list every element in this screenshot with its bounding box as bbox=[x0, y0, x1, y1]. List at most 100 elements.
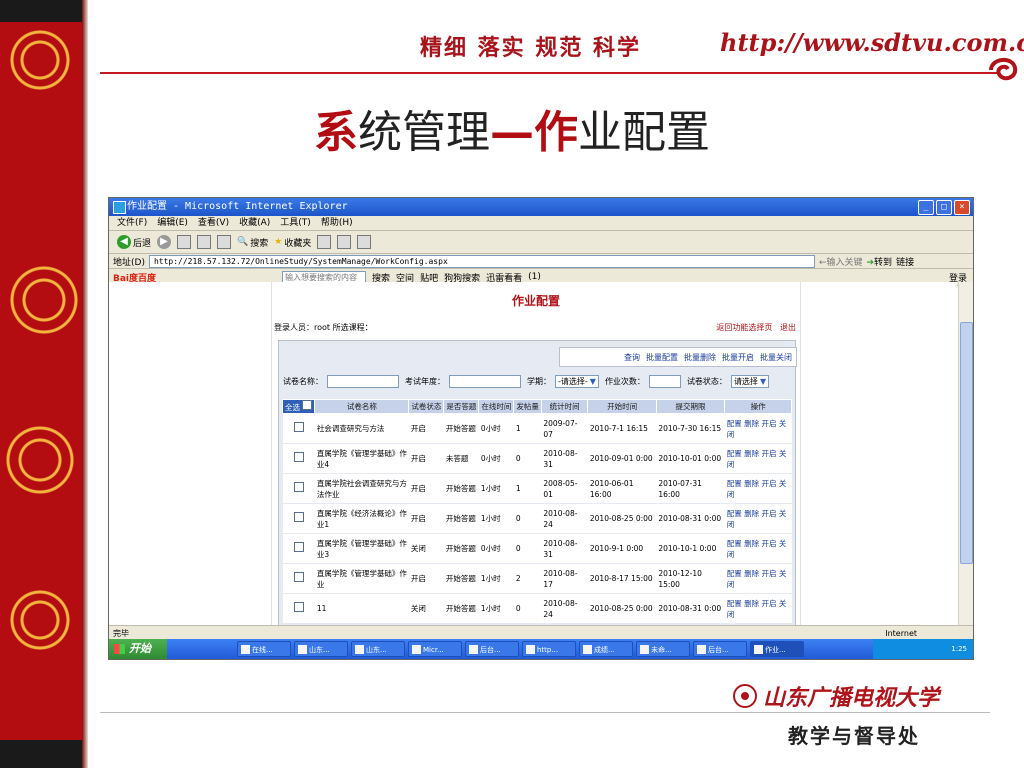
batch-open-button[interactable]: 批量开启 bbox=[722, 352, 754, 363]
row-select-cell bbox=[282, 533, 315, 564]
operations-cell: 配置 删除 开启 关闭 bbox=[724, 593, 792, 624]
taskbar-item[interactable]: 后台... bbox=[693, 641, 747, 657]
paper-name-cell: 直属学院《管理学基础》作业3 bbox=[314, 533, 409, 564]
select-all-checkbox[interactable] bbox=[302, 400, 313, 410]
row-select-cell bbox=[282, 593, 315, 624]
paper-name-label: 试卷名称： bbox=[283, 376, 323, 386]
row-checkbox[interactable] bbox=[293, 422, 304, 432]
batch-close-button[interactable]: 批量关闭 bbox=[760, 352, 792, 363]
department-name: 教学与督导处 bbox=[788, 724, 920, 748]
delete-link[interactable]: 删除 bbox=[744, 479, 759, 488]
status-select[interactable]: 请选择 ▼ bbox=[730, 374, 770, 388]
back-arrow-icon: ◀ bbox=[117, 235, 131, 249]
config-link[interactable]: 配置 bbox=[727, 509, 742, 518]
header-url: http://www.sdtvu.com.cn bbox=[720, 28, 1024, 57]
start-time-cell: 2010-06-01 16:00 bbox=[587, 473, 657, 504]
history-icon[interactable] bbox=[317, 235, 332, 249]
taskbar-item[interactable]: 成绩... bbox=[579, 641, 633, 657]
go-button[interactable]: ➔转到 bbox=[867, 255, 893, 268]
open-link[interactable]: 开启 bbox=[762, 539, 777, 548]
maximize-button[interactable]: □ bbox=[936, 200, 952, 215]
ie-logo-icon bbox=[113, 201, 126, 214]
search-button[interactable]: 🔍 搜索 bbox=[237, 236, 268, 249]
col-online-time: 在线时间 bbox=[478, 399, 515, 414]
open-link[interactable]: 开启 bbox=[762, 509, 777, 518]
select-all-header[interactable]: 全选 bbox=[281, 399, 316, 414]
work-times-input[interactable] bbox=[648, 374, 681, 388]
stop-icon[interactable] bbox=[177, 235, 192, 249]
config-link[interactable]: 配置 bbox=[727, 479, 742, 488]
menu-tools[interactable]: 工具(T) bbox=[280, 216, 311, 230]
row-checkbox[interactable] bbox=[293, 542, 304, 552]
taskbar-item[interactable]: 山东... bbox=[351, 641, 405, 657]
open-link[interactable]: 开启 bbox=[762, 419, 777, 428]
open-link[interactable]: 开启 bbox=[762, 479, 777, 488]
menu-edit[interactable]: 编辑(E) bbox=[157, 216, 188, 230]
col-posts: 发帖量 bbox=[513, 399, 542, 414]
row-checkbox[interactable] bbox=[293, 572, 304, 582]
favorites-button[interactable]: ★ 收藏夹 bbox=[274, 236, 311, 249]
footer-divider bbox=[100, 712, 990, 713]
open-link[interactable]: 开启 bbox=[762, 599, 777, 608]
batch-config-button[interactable]: 批量配置 bbox=[646, 352, 678, 363]
row-checkbox[interactable] bbox=[293, 482, 304, 492]
menu-favorites[interactable]: 收藏(A) bbox=[239, 216, 270, 230]
dropdown-arrow-icon: ▼ bbox=[589, 376, 596, 386]
paper-name-input[interactable] bbox=[327, 374, 399, 388]
print-icon[interactable] bbox=[357, 235, 372, 249]
taskbar-item[interactable]: 后台... bbox=[465, 641, 519, 657]
delete-link[interactable]: 删除 bbox=[744, 509, 759, 518]
exit-link[interactable]: 退出 bbox=[780, 323, 796, 332]
delete-link[interactable]: 删除 bbox=[744, 419, 759, 428]
home-icon[interactable] bbox=[217, 235, 232, 249]
user-count[interactable]: (1) bbox=[528, 272, 541, 282]
delete-link[interactable]: 删除 bbox=[744, 449, 759, 458]
mail-icon[interactable] bbox=[337, 235, 352, 249]
delete-link[interactable]: 删除 bbox=[744, 599, 759, 608]
return-link[interactable]: 返回功能选择页 bbox=[716, 323, 772, 332]
header-slogan: 精细 落实 规范 科学 bbox=[420, 35, 641, 61]
taskbar-item[interactable]: 山东... bbox=[294, 641, 348, 657]
delete-link[interactable]: 删除 bbox=[744, 539, 759, 548]
open-link[interactable]: 开启 bbox=[762, 569, 777, 578]
menu-file[interactable]: 文件(F) bbox=[117, 216, 147, 230]
links-button[interactable]: 链接 bbox=[896, 255, 914, 268]
taskbar-item[interactable]: http... bbox=[522, 641, 576, 657]
taskbar-item[interactable]: 作业... bbox=[750, 641, 804, 657]
row-checkbox[interactable] bbox=[293, 602, 304, 612]
config-link[interactable]: 配置 bbox=[727, 569, 742, 578]
delete-link[interactable]: 删除 bbox=[744, 569, 759, 578]
minimize-button[interactable]: _ bbox=[918, 200, 934, 215]
taskbar-item[interactable]: 在线... bbox=[237, 641, 291, 657]
row-checkbox[interactable] bbox=[293, 512, 304, 522]
taskbar-item[interactable]: 未命... bbox=[636, 641, 690, 657]
row-checkbox[interactable] bbox=[293, 452, 304, 462]
close-button[interactable]: × bbox=[954, 200, 970, 215]
refresh-icon[interactable] bbox=[197, 235, 212, 249]
exam-year-input[interactable] bbox=[449, 374, 521, 388]
status-cell: 开启 bbox=[408, 503, 444, 534]
semester-select[interactable]: -请选择- ▼ bbox=[555, 374, 599, 388]
config-link[interactable]: 配置 bbox=[727, 419, 742, 428]
config-link[interactable]: 配置 bbox=[727, 539, 742, 548]
taskbar-item[interactable]: Micr... bbox=[408, 641, 462, 657]
online-cell: 1小时 bbox=[478, 563, 514, 594]
open-link[interactable]: 开启 bbox=[762, 449, 777, 458]
menu-help[interactable]: 帮助(H) bbox=[321, 216, 353, 230]
window-titlebar[interactable]: 作业配置 - Microsoft Internet Explorer _ □ × bbox=[109, 198, 973, 216]
start-button[interactable]: 开始 bbox=[109, 639, 167, 659]
config-link[interactable]: 配置 bbox=[727, 599, 742, 608]
posts-cell: 0 bbox=[513, 533, 542, 564]
posts-cell: 1 bbox=[513, 413, 542, 444]
status-cell: 开启 bbox=[408, 563, 444, 594]
forward-button[interactable]: ▶ bbox=[157, 235, 172, 249]
vertical-scrollbar[interactable] bbox=[958, 282, 973, 625]
scroll-thumb[interactable] bbox=[960, 322, 973, 564]
menu-view[interactable]: 查看(V) bbox=[198, 216, 229, 230]
work-table: 全选 试卷名称 试卷状态 是否答题 在线时间 发帖量 统计时间 开始时间 提交期… bbox=[281, 399, 792, 624]
back-button[interactable]: ◀ 后退 bbox=[117, 235, 151, 249]
config-link[interactable]: 配置 bbox=[727, 449, 742, 458]
address-input[interactable]: http://218.57.132.72/OnlineStudy/SystemM… bbox=[148, 254, 815, 268]
batch-delete-button[interactable]: 批量删除 bbox=[684, 352, 716, 363]
query-button[interactable]: 查询 bbox=[624, 352, 640, 363]
